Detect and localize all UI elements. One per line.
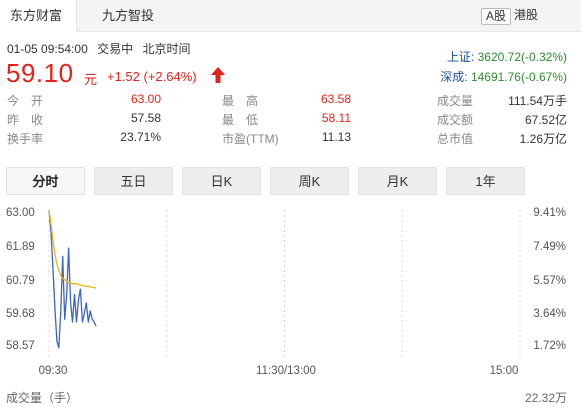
tab-one-year[interactable]: 1年 — [446, 167, 525, 195]
index-shenzhen: 深成: 14691.76(-0.67%) — [440, 68, 567, 85]
stats-row: 今 开 63.00 最 高 63.58 成交量 111.54万手 — [0, 92, 581, 111]
stat-value: 63.58 — [320, 92, 351, 106]
index-name: 上证: — [446, 50, 475, 64]
stat-value: 1.26万亿 — [519, 132, 567, 146]
stat-label: 成交额 — [437, 113, 474, 127]
tab-monthly-k[interactable]: 月K — [358, 167, 437, 195]
stat-value: 63.00 — [130, 92, 161, 106]
price-tick: 61.89 — [6, 241, 35, 253]
volume-max: 22.32万 — [524, 391, 567, 405]
time-axis: 09:30 11:30/13:00 15:00 — [39, 365, 519, 377]
price-lines — [48, 209, 97, 349]
current-price: 59.10 — [6, 58, 74, 88]
price-tick: 63.00 — [6, 207, 35, 219]
stats-row: 换手率 23.71% 市盈(TTM) 11.13 总市值 1.26万亿 — [0, 130, 581, 149]
index-name: 深成: — [440, 70, 468, 84]
price-unit: 元 — [84, 72, 98, 87]
stat-label: 总市值 — [437, 132, 474, 146]
stat-value: 111.54万手 — [508, 94, 567, 108]
market-tab-a-share[interactable]: A股 — [481, 8, 512, 25]
stat-label: 市盈(TTM) — [222, 132, 279, 146]
percent-tick: 9.41% — [533, 207, 566, 219]
index-value: 3620.72(-0.32%) — [477, 50, 567, 64]
tab-jiufang[interactable]: 九方智投 — [92, 0, 164, 32]
stat-label: 成交量 — [437, 94, 474, 108]
timezone-label: 北京时间 — [142, 42, 191, 56]
tab-weekly-k[interactable]: 周K — [270, 167, 349, 195]
stat-value: 57.58 — [130, 111, 161, 125]
chart-grid — [48, 210, 521, 358]
price-tick: 58.57 — [6, 340, 35, 352]
stat-value: 58.11 — [321, 111, 351, 125]
price-axis: 63.00 61.89 60.79 59.68 58.57 — [6, 207, 35, 352]
stat-value: 11.13 — [321, 130, 351, 144]
stat-label: 最 高 — [222, 94, 259, 108]
tab-intraday[interactable]: 分时 — [6, 167, 85, 195]
stat-label: 今 开 — [7, 94, 44, 108]
stat-value: 67.52亿 — [524, 113, 567, 127]
price-tick: 60.79 — [6, 275, 35, 287]
stat-label: 最 低 — [222, 113, 259, 127]
up-arrow-icon — [211, 67, 225, 83]
market-tab-hk[interactable]: 港股 — [510, 8, 542, 25]
price-series-line — [48, 209, 97, 349]
index-shanghai: 上证: 3620.72(-0.32%) — [447, 48, 567, 65]
percent-tick: 3.64% — [533, 308, 566, 320]
intraday-chart: 63.00 61.89 60.79 59.68 58.57 9.41% 7.49… — [6, 207, 566, 377]
time-tick: 11:30/13:00 — [256, 365, 316, 377]
source-tab-bar: 东方财富 九方智投 A股 港股 — [0, 0, 581, 32]
index-value: 14691.76(-0.67%) — [470, 70, 567, 84]
tab-daily-k[interactable]: 日K — [182, 167, 261, 195]
volume-label: 成交量（手） — [6, 391, 79, 405]
stat-label: 昨 收 — [7, 113, 44, 127]
percent-tick: 7.49% — [533, 241, 566, 253]
average-price-line — [48, 209, 97, 289]
quote-datetime: 01-05 09:54:00 — [7, 42, 88, 56]
percent-axis: 9.41% 7.49% 5.57% 3.64% 1.72% — [533, 207, 566, 352]
trading-status: 交易中 — [97, 42, 134, 56]
stats-row: 昨 收 57.58 最 低 58.11 成交额 67.52亿 — [0, 111, 581, 130]
stat-value: 23.71% — [120, 130, 161, 144]
price-change: +1.52 (+2.64%) — [107, 69, 197, 84]
time-tick: 09:30 — [39, 365, 68, 377]
time-tick: 15:00 — [490, 365, 519, 377]
stat-label: 换手率 — [7, 132, 44, 146]
price-tick: 59.68 — [6, 308, 35, 320]
tab-eastmoney[interactable]: 东方财富 — [0, 0, 77, 32]
percent-tick: 5.57% — [533, 275, 566, 287]
quote-time-row: 01-05 09:54:00 交易中 北京时间 — [7, 40, 196, 57]
quote-stats: 今 开 63.00 最 高 63.58 成交量 111.54万手 昨 收 57.… — [0, 92, 581, 149]
tab-five-day[interactable]: 五日 — [94, 167, 173, 195]
percent-tick: 1.72% — [533, 340, 566, 352]
